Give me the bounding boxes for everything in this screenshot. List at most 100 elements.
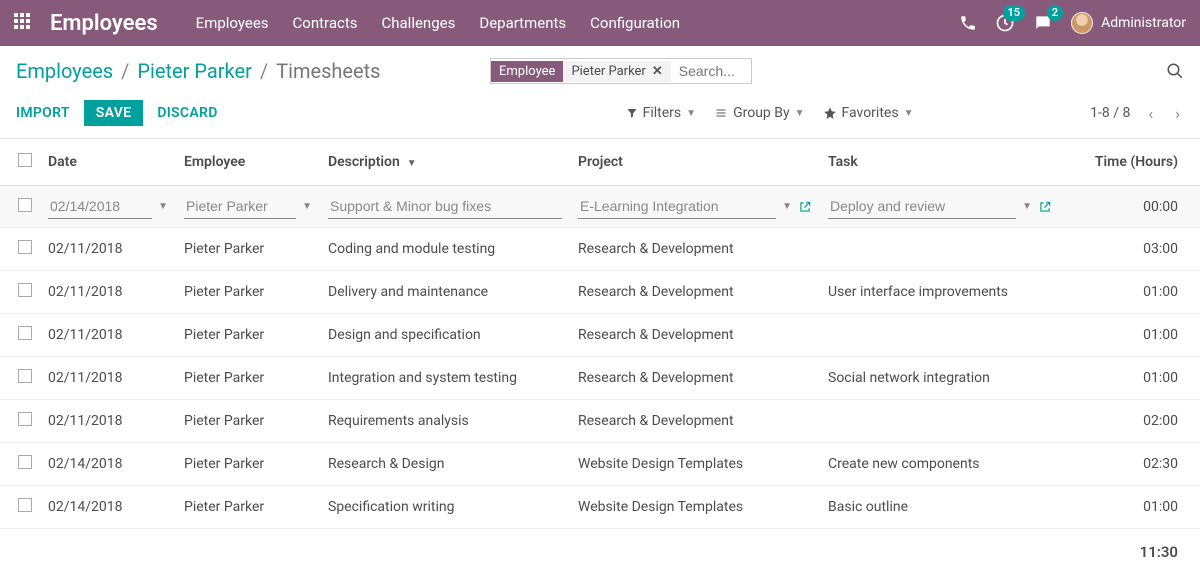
cell-description: Delivery and maintenance xyxy=(320,271,570,314)
nav-configuration[interactable]: Configuration xyxy=(590,14,680,32)
facet-remove-icon[interactable]: ✕ xyxy=(652,64,663,79)
topbar: Employees Employees Contracts Challenges… xyxy=(0,0,1200,46)
select-all-checkbox[interactable] xyxy=(18,153,32,167)
total-time: 11:30 xyxy=(0,529,1200,575)
avatar xyxy=(1071,12,1093,34)
cell-description: Research & Design xyxy=(320,443,570,486)
cell-employee: Pieter Parker xyxy=(176,314,320,357)
user-name: Administrator xyxy=(1101,15,1186,31)
search-icon[interactable] xyxy=(1166,62,1184,80)
table-row[interactable]: 02/11/2018Pieter ParkerDesign and specif… xyxy=(0,314,1200,357)
cell-date: 02/11/2018 xyxy=(40,271,176,314)
pager-next[interactable]: › xyxy=(1171,104,1184,123)
breadcrumb-sep: / xyxy=(121,59,129,83)
groupby-label: Group By xyxy=(733,105,790,121)
edit-task-input[interactable] xyxy=(828,194,1016,219)
row-checkbox[interactable] xyxy=(18,240,32,254)
messages-badge: 2 xyxy=(1047,5,1063,21)
table-row[interactable]: 02/11/2018Pieter ParkerRequirements anal… xyxy=(0,400,1200,443)
edit-date-input[interactable] xyxy=(48,194,152,219)
cell-employee: Pieter Parker xyxy=(176,486,320,529)
cell-task: User interface improvements xyxy=(820,271,1060,314)
facet-value: Pieter Parker ✕ xyxy=(563,61,670,82)
messages-icon[interactable]: 2 xyxy=(1033,13,1053,33)
favorites-label: Favorites xyxy=(842,105,899,121)
breadcrumb-employee[interactable]: Pieter Parker xyxy=(137,59,251,83)
phone-icon[interactable] xyxy=(959,14,977,32)
col-task[interactable]: Task xyxy=(820,139,1060,186)
edit-row: ▼ ▼ ▼ ▼ 00:00 xyxy=(0,186,1200,228)
table-row[interactable]: 02/11/2018Pieter ParkerIntegration and s… xyxy=(0,357,1200,400)
cell-task xyxy=(820,400,1060,443)
cell-employee: Pieter Parker xyxy=(176,357,320,400)
facet-label: Employee xyxy=(491,61,563,82)
cell-date: 02/11/2018 xyxy=(40,357,176,400)
external-link-icon[interactable] xyxy=(798,200,812,214)
table-row[interactable]: 02/14/2018Pieter ParkerResearch & Design… xyxy=(0,443,1200,486)
nav-departments[interactable]: Departments xyxy=(479,14,566,32)
activities-badge: 15 xyxy=(1003,5,1026,21)
row-checkbox[interactable] xyxy=(18,498,32,512)
groupby-dropdown[interactable]: Group By ▼ xyxy=(714,105,804,121)
table-row[interactable]: 02/11/2018Pieter ParkerCoding and module… xyxy=(0,228,1200,271)
topbar-right: 15 2 Administrator xyxy=(959,12,1186,34)
import-button[interactable]: IMPORT xyxy=(16,105,70,121)
cell-time: 02:00 xyxy=(1060,400,1200,443)
edit-time[interactable]: 00:00 xyxy=(1143,199,1178,215)
cell-description: Specification writing xyxy=(320,486,570,529)
nav-employees[interactable]: Employees xyxy=(196,14,269,32)
user-menu[interactable]: Administrator xyxy=(1071,12,1186,34)
caret-down-icon: ▼ xyxy=(795,108,805,119)
edit-project-input[interactable] xyxy=(578,194,776,219)
dropdown-icon[interactable]: ▼ xyxy=(1022,201,1032,212)
favorites-dropdown[interactable]: Favorites ▼ xyxy=(823,105,914,121)
cell-description: Integration and system testing xyxy=(320,357,570,400)
cell-project: Research & Development xyxy=(570,271,820,314)
activities-icon[interactable]: 15 xyxy=(995,13,1015,33)
cell-description: Coding and module testing xyxy=(320,228,570,271)
edit-description-input[interactable] xyxy=(328,194,562,219)
row-checkbox[interactable] xyxy=(18,412,32,426)
col-description[interactable]: Description ▼ xyxy=(320,139,570,186)
breadcrumb-current: Timesheets xyxy=(276,59,380,83)
row-checkbox[interactable] xyxy=(18,326,32,340)
search-facet: Employee Pieter Parker ✕ xyxy=(491,61,671,82)
row-checkbox[interactable] xyxy=(18,369,32,383)
col-employee[interactable]: Employee xyxy=(176,139,320,186)
search-input[interactable] xyxy=(671,59,751,83)
breadcrumb: Employees / Pieter Parker / Timesheets xyxy=(16,59,381,83)
row-checkbox[interactable] xyxy=(18,198,32,212)
col-time[interactable]: Time (Hours) xyxy=(1060,139,1200,186)
col-project[interactable]: Project xyxy=(570,139,820,186)
dropdown-icon[interactable]: ▼ xyxy=(158,201,168,212)
breadcrumb-employees[interactable]: Employees xyxy=(16,59,113,83)
cell-employee: Pieter Parker xyxy=(176,400,320,443)
search-inner[interactable]: Employee Pieter Parker ✕ xyxy=(490,58,752,84)
dropdown-icon[interactable]: ▼ xyxy=(302,201,312,212)
discard-button[interactable]: DISCARD xyxy=(157,105,217,121)
filters-label: Filters xyxy=(643,105,682,121)
cell-date: 02/11/2018 xyxy=(40,400,176,443)
timesheets-table: Date Employee Description ▼ Project Task… xyxy=(0,138,1200,529)
cell-task xyxy=(820,228,1060,271)
funnel-icon xyxy=(626,107,638,119)
pager-prev[interactable]: ‹ xyxy=(1144,104,1157,123)
row-checkbox[interactable] xyxy=(18,455,32,469)
apps-icon[interactable] xyxy=(14,13,34,33)
filters-dropdown[interactable]: Filters ▼ xyxy=(626,105,696,121)
save-button[interactable]: SAVE xyxy=(84,100,144,126)
table-row[interactable]: 02/11/2018Pieter ParkerDelivery and main… xyxy=(0,271,1200,314)
col-date[interactable]: Date xyxy=(40,139,176,186)
cell-task: Basic outline xyxy=(820,486,1060,529)
nav-contracts[interactable]: Contracts xyxy=(293,14,358,32)
cell-task xyxy=(820,314,1060,357)
edit-employee-input[interactable] xyxy=(184,194,296,219)
breadcrumb-sep: / xyxy=(260,59,268,83)
external-link-icon[interactable] xyxy=(1038,200,1052,214)
row-checkbox[interactable] xyxy=(18,283,32,297)
dropdown-icon[interactable]: ▼ xyxy=(782,201,792,212)
table-row[interactable]: 02/14/2018Pieter ParkerSpecification wri… xyxy=(0,486,1200,529)
cell-project: Research & Development xyxy=(570,400,820,443)
cell-project: Research & Development xyxy=(570,228,820,271)
nav-challenges[interactable]: Challenges xyxy=(382,14,456,32)
